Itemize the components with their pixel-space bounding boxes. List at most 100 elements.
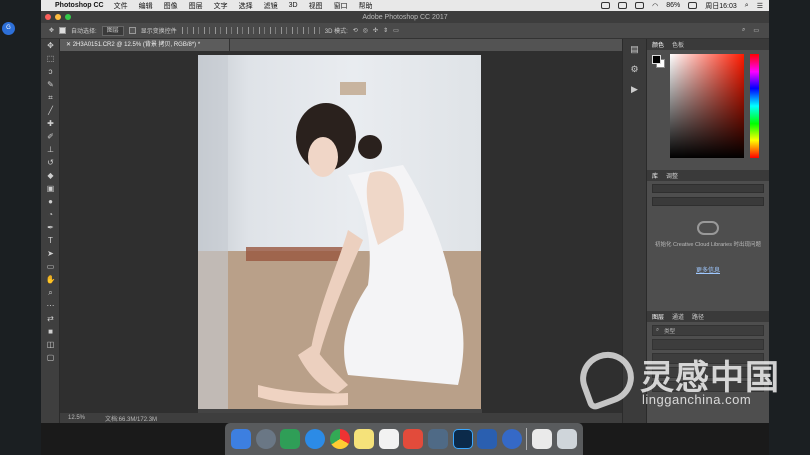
eraser-tool-icon[interactable]: ◆ bbox=[41, 169, 60, 182]
xmind-icon[interactable] bbox=[403, 429, 424, 449]
distribute-middle-icon[interactable] bbox=[258, 27, 265, 34]
auto-select-checkbox[interactable] bbox=[59, 27, 67, 34]
color-picker-field[interactable] bbox=[670, 54, 744, 158]
auto-align-icon[interactable] bbox=[313, 27, 320, 34]
screen-mode-icon[interactable]: ▢ bbox=[41, 351, 60, 364]
properties-panel-icon[interactable]: ⚙ bbox=[623, 59, 646, 79]
photoshop-icon[interactable] bbox=[452, 429, 473, 449]
3d-scale-icon[interactable]: ▭ bbox=[393, 27, 399, 34]
3d-rotate-icon[interactable]: ⟲ bbox=[353, 27, 358, 34]
tray-app-icon[interactable] bbox=[618, 2, 628, 9]
layers-filter-row[interactable]: ⌕ 类型 bbox=[652, 325, 764, 336]
library-search-input[interactable] bbox=[652, 197, 764, 206]
menu-layer[interactable]: 图层 bbox=[189, 1, 203, 11]
wifi-icon[interactable]: ◠ bbox=[652, 2, 658, 10]
menu-type[interactable]: 文字 bbox=[214, 1, 228, 11]
align-top-icon[interactable] bbox=[181, 27, 188, 34]
hue-slider[interactable] bbox=[750, 54, 759, 158]
system-preferences-icon[interactable] bbox=[477, 429, 498, 449]
search-icon[interactable]: ⌕ bbox=[742, 27, 745, 34]
zoom-level[interactable]: 12.5% bbox=[68, 415, 85, 421]
tab-channels[interactable]: 通道 bbox=[672, 312, 684, 321]
quick-select-tool-icon[interactable]: ✎ bbox=[41, 78, 60, 91]
document-photo[interactable] bbox=[198, 55, 481, 413]
hand-tool-icon[interactable]: ✋ bbox=[41, 273, 60, 286]
distribute-right-icon[interactable] bbox=[302, 27, 309, 34]
tab-libraries[interactable]: 库 bbox=[652, 171, 658, 180]
menubar-clock[interactable]: 周日16:03 bbox=[705, 1, 737, 11]
workspace-switcher-icon[interactable]: ▭ bbox=[753, 27, 759, 34]
menu-help[interactable]: 帮助 bbox=[359, 1, 373, 11]
tab-color[interactable]: 颜色 bbox=[652, 40, 664, 49]
preview-icon[interactable] bbox=[428, 429, 449, 449]
tab-adjustments[interactable]: 调整 bbox=[666, 171, 678, 180]
3d-slide-icon[interactable]: ⇕ bbox=[383, 27, 388, 34]
distribute-top-icon[interactable] bbox=[247, 27, 254, 34]
desktop-badge-icon[interactable]: G bbox=[2, 22, 15, 35]
eyedropper-tool-icon[interactable]: ╱ bbox=[41, 104, 60, 117]
crop-tool-icon[interactable]: ⌗ bbox=[41, 91, 60, 104]
pen-tool-icon[interactable]: ✒ bbox=[41, 221, 60, 234]
canvas-area[interactable] bbox=[60, 51, 622, 413]
align-bottom-icon[interactable] bbox=[203, 27, 210, 34]
menu-image[interactable]: 图像 bbox=[164, 1, 178, 11]
align-middle-icon[interactable] bbox=[192, 27, 199, 34]
search-icon[interactable]: ⌕ bbox=[745, 2, 749, 10]
actions-panel-icon[interactable]: ▶ bbox=[623, 79, 646, 99]
tab-paths[interactable]: 路径 bbox=[692, 312, 704, 321]
swap-colors-icon[interactable]: ⇄ bbox=[41, 312, 60, 325]
tab-swatches[interactable]: 色板 bbox=[672, 40, 684, 49]
tab-layers[interactable]: 图层 bbox=[652, 312, 664, 321]
rectangle-tool-icon[interactable]: ▭ bbox=[41, 260, 60, 273]
evernote-icon[interactable] bbox=[280, 429, 301, 449]
history-brush-tool-icon[interactable]: ↺ bbox=[41, 156, 60, 169]
notification-center-icon[interactable]: ☰ bbox=[757, 2, 763, 10]
library-selector[interactable] bbox=[652, 184, 764, 193]
distribute-bottom-icon[interactable] bbox=[269, 27, 276, 34]
safari-icon[interactable] bbox=[305, 429, 326, 449]
3d-drag-icon[interactable]: ✣ bbox=[373, 27, 378, 34]
document-tab[interactable]: ✕ 2H3A0151.CR2 @ 12.5% (背景 拷贝, RGB/8*) * bbox=[60, 39, 230, 51]
menu-edit[interactable]: 编辑 bbox=[139, 1, 153, 11]
brush-tool-icon[interactable]: ✐ bbox=[41, 130, 60, 143]
distribute-center-icon[interactable] bbox=[291, 27, 298, 34]
tray-app-icon[interactable] bbox=[635, 2, 645, 9]
battery-percent[interactable]: 86% bbox=[666, 2, 680, 9]
quick-mask-icon[interactable]: ◫ bbox=[41, 338, 60, 351]
color-swatches-icon[interactable]: ■ bbox=[41, 325, 60, 338]
dodge-tool-icon[interactable]: ◔ bbox=[41, 208, 60, 221]
document-tab-close-icon[interactable]: ✕ bbox=[66, 42, 73, 48]
3d-roll-icon[interactable]: ◎ bbox=[363, 27, 368, 34]
foreground-color-swatch[interactable] bbox=[652, 55, 661, 64]
show-transform-checkbox[interactable] bbox=[128, 27, 136, 34]
edit-toolbar-icon[interactable]: ⋯ bbox=[41, 299, 60, 312]
tray-app-icon[interactable] bbox=[601, 2, 611, 9]
menu-3d[interactable]: 3D bbox=[289, 2, 298, 9]
menu-select[interactable]: 选择 bbox=[239, 1, 253, 11]
document-size[interactable]: 文档:66.3M/172.3M bbox=[105, 414, 157, 423]
menu-filter[interactable]: 滤镜 bbox=[264, 1, 278, 11]
marquee-tool-icon[interactable]: ⬚ bbox=[41, 52, 60, 65]
launchpad-icon[interactable] bbox=[255, 429, 276, 449]
chrome-icon[interactable] bbox=[329, 429, 350, 449]
path-select-tool-icon[interactable]: ➤ bbox=[41, 247, 60, 260]
library-more-info-link[interactable]: 更多信息 bbox=[647, 265, 769, 274]
quicktime-icon[interactable] bbox=[501, 429, 522, 449]
move-tool-icon[interactable]: ✥ bbox=[41, 39, 60, 52]
auto-select-dropdown[interactable]: 图层 bbox=[101, 25, 124, 36]
healing-brush-tool-icon[interactable]: ✚ bbox=[41, 117, 60, 130]
distribute-left-icon[interactable] bbox=[280, 27, 287, 34]
gradient-tool-icon[interactable]: ▣ bbox=[41, 182, 60, 195]
document-icon[interactable] bbox=[532, 429, 553, 449]
align-right-icon[interactable] bbox=[236, 27, 243, 34]
zoom-tool-icon[interactable]: ⌕ bbox=[41, 286, 60, 299]
history-panel-icon[interactable]: ▤ bbox=[623, 39, 646, 59]
menu-window[interactable]: 窗口 bbox=[334, 1, 348, 11]
menu-view[interactable]: 视图 bbox=[309, 1, 323, 11]
notes-icon[interactable] bbox=[354, 429, 375, 449]
trash-icon[interactable] bbox=[556, 429, 577, 449]
finder-icon[interactable] bbox=[231, 429, 252, 449]
battery-icon[interactable] bbox=[688, 2, 698, 9]
type-tool-icon[interactable]: T bbox=[41, 234, 60, 247]
lasso-tool-icon[interactable]: ↄ bbox=[41, 65, 60, 78]
